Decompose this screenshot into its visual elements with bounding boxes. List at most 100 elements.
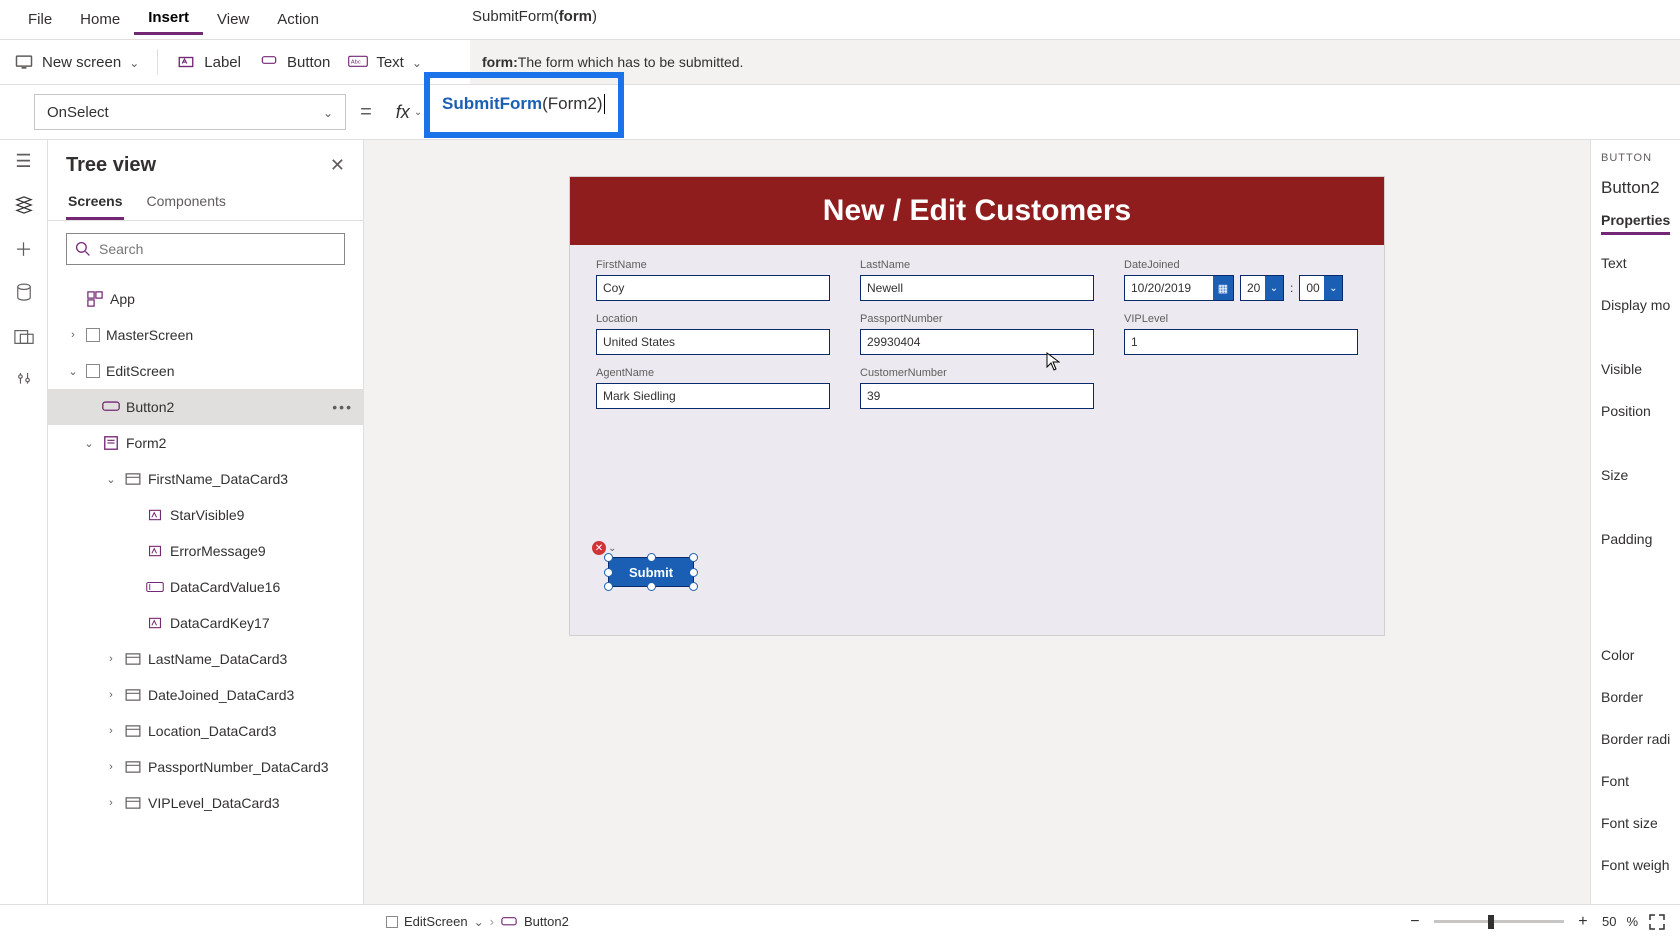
resize-handle[interactable] bbox=[647, 582, 656, 591]
property-dropdown[interactable]: OnSelect bbox=[34, 94, 346, 130]
prop-row[interactable]: Display mo bbox=[1601, 291, 1670, 319]
datacard-icon bbox=[124, 758, 142, 776]
agent-input[interactable]: Mark Siedling bbox=[596, 383, 830, 409]
hamburger-icon[interactable]: ☰ bbox=[13, 150, 35, 172]
prop-row[interactable]: Color bbox=[1601, 641, 1670, 669]
firstname-input[interactable]: Coy bbox=[596, 275, 830, 301]
tab-properties[interactable]: Properties bbox=[1601, 212, 1670, 235]
location-input[interactable]: United States bbox=[596, 329, 830, 355]
passport-input[interactable]: 29930404 bbox=[860, 329, 1094, 355]
zoom-in-button[interactable]: + bbox=[1574, 913, 1592, 931]
lastname-input[interactable]: Newell bbox=[860, 275, 1094, 301]
tree-node-datacardvalue[interactable]: DataCardValue16 bbox=[48, 569, 363, 605]
resize-handle[interactable] bbox=[689, 568, 698, 577]
datacard-icon bbox=[124, 722, 142, 740]
prop-row[interactable]: Text bbox=[1601, 249, 1670, 277]
field-label: Location bbox=[596, 313, 830, 325]
resize-handle[interactable] bbox=[604, 582, 613, 591]
svg-text:Abc: Abc bbox=[351, 59, 361, 65]
formula-bar: OnSelect = fx⌄ SubmitForm(Form2) bbox=[0, 84, 1680, 140]
prop-row[interactable]: Size bbox=[1601, 461, 1670, 489]
tree-node-location-card[interactable]: › Location_DataCard3 bbox=[48, 713, 363, 749]
tree-node-passport-card[interactable]: › PassportNumber_DataCard3 bbox=[48, 749, 363, 785]
tab-components[interactable]: Components bbox=[144, 185, 227, 220]
fit-to-window-icon[interactable] bbox=[1648, 913, 1666, 931]
field-vip: VIPLevel 1 bbox=[1124, 313, 1358, 355]
app-canvas[interactable]: New / Edit Customers FirstName Coy LastN… bbox=[569, 176, 1385, 636]
advanced-tools-icon[interactable] bbox=[13, 370, 35, 392]
menu-action[interactable]: Action bbox=[263, 7, 333, 32]
data-icon[interactable] bbox=[13, 282, 35, 304]
field-label: LastName bbox=[860, 259, 1094, 271]
resize-handle[interactable] bbox=[604, 568, 613, 577]
breadcrumb-screen[interactable]: EditScreen bbox=[404, 914, 468, 929]
resize-handle[interactable] bbox=[647, 553, 656, 562]
prop-row[interactable]: Font size bbox=[1601, 809, 1670, 837]
field-location: Location United States bbox=[596, 313, 830, 355]
tree-view-icon[interactable] bbox=[13, 194, 35, 216]
submit-button[interactable]: Submit bbox=[608, 557, 694, 587]
new-screen-button[interactable]: New screen bbox=[14, 52, 139, 72]
prop-row[interactable]: Font weigh bbox=[1601, 851, 1670, 879]
chevron-down-icon[interactable] bbox=[474, 914, 484, 929]
tree-node-datacardkey[interactable]: DataCardKey17 bbox=[48, 605, 363, 641]
tab-screens[interactable]: Screens bbox=[66, 185, 124, 220]
tree-node-editscreen[interactable]: ⌄ EditScreen bbox=[48, 353, 363, 389]
vip-input[interactable]: 1 bbox=[1124, 329, 1358, 355]
resize-handle[interactable] bbox=[689, 582, 698, 591]
prop-row[interactable]: Border bbox=[1601, 683, 1670, 711]
fx-icon[interactable]: fx⌄ bbox=[386, 94, 432, 130]
chevron-down-icon: ⌄ bbox=[608, 543, 616, 554]
resize-handle[interactable] bbox=[689, 553, 698, 562]
field-customerno: CustomerNumber 39 bbox=[860, 367, 1094, 409]
tree-node-datejoined-card[interactable]: › DateJoined_DataCard3 bbox=[48, 677, 363, 713]
prop-row[interactable]: Position bbox=[1601, 397, 1670, 425]
zoom-slider[interactable] bbox=[1434, 920, 1564, 923]
zoom-thumb[interactable] bbox=[1488, 915, 1494, 929]
tree-node-form2[interactable]: ⌄ Form2 bbox=[48, 425, 363, 461]
tree-node-master[interactable]: › MasterScreen bbox=[48, 317, 363, 353]
tree-search-input[interactable] bbox=[99, 241, 336, 257]
tree-node-vip-card[interactable]: › VIPLevel_DataCard3 bbox=[48, 785, 363, 821]
menu-file[interactable]: File bbox=[14, 7, 66, 32]
menu-view[interactable]: View bbox=[203, 7, 263, 32]
resize-handle[interactable] bbox=[604, 553, 613, 562]
tree-node-firstname-card[interactable]: ⌄ FirstName_DataCard3 bbox=[48, 461, 363, 497]
tree-node-starvisible[interactable]: StarVisible9 bbox=[48, 497, 363, 533]
tree-node-button2[interactable]: Button2 ••• bbox=[48, 389, 363, 425]
formula-input[interactable]: SubmitForm(Form2) bbox=[432, 94, 615, 130]
more-icon[interactable]: ••• bbox=[332, 399, 353, 415]
tree-node-app[interactable]: App bbox=[48, 281, 363, 317]
tree-node-errormessage[interactable]: ErrorMessage9 bbox=[48, 533, 363, 569]
chevron-down-icon: ⌄ bbox=[1265, 276, 1283, 300]
prop-row[interactable]: Border radi bbox=[1601, 725, 1670, 753]
prop-row[interactable]: Font bbox=[1601, 767, 1670, 795]
insert-button-button[interactable]: Button bbox=[259, 52, 330, 72]
field-label: PassportNumber bbox=[860, 313, 1094, 325]
prop-row[interactable]: Padding bbox=[1601, 525, 1670, 553]
menu-home[interactable]: Home bbox=[66, 7, 134, 32]
date-input[interactable]: 10/20/2019 ▦ bbox=[1124, 275, 1234, 301]
tree-node-lastname-card[interactable]: › LastName_DataCard3 bbox=[48, 641, 363, 677]
customerno-input[interactable]: 39 bbox=[860, 383, 1094, 409]
error-indicator[interactable]: ✕ ⌄ bbox=[592, 541, 616, 555]
insert-text-button[interactable]: Abc Text bbox=[348, 52, 422, 72]
media-icon[interactable] bbox=[13, 326, 35, 348]
control-type-caption: BUTTON bbox=[1601, 152, 1670, 164]
insert-label-button[interactable]: Label bbox=[176, 52, 241, 72]
breadcrumb-control[interactable]: Button2 bbox=[524, 914, 569, 929]
insert-text-label: Text bbox=[376, 54, 404, 71]
selected-control[interactable]: ✕ ⌄ Submit bbox=[608, 557, 694, 587]
prop-row[interactable]: Visible bbox=[1601, 355, 1670, 383]
close-icon[interactable]: ✕ bbox=[330, 155, 345, 176]
tree-label: App bbox=[110, 291, 135, 307]
canvas-area[interactable]: New / Edit Customers FirstName Coy LastN… bbox=[364, 140, 1590, 904]
minute-dropdown[interactable]: 00⌄ bbox=[1299, 275, 1343, 301]
insert-icon[interactable]: ＋ bbox=[13, 238, 35, 260]
tree-search[interactable] bbox=[66, 233, 345, 265]
zoom-out-button[interactable]: − bbox=[1406, 913, 1424, 931]
tree-label: Location_DataCard3 bbox=[148, 723, 276, 739]
hour-dropdown[interactable]: 20⌄ bbox=[1240, 275, 1284, 301]
calendar-icon[interactable]: ▦ bbox=[1213, 276, 1233, 300]
menu-insert[interactable]: Insert bbox=[134, 5, 203, 35]
